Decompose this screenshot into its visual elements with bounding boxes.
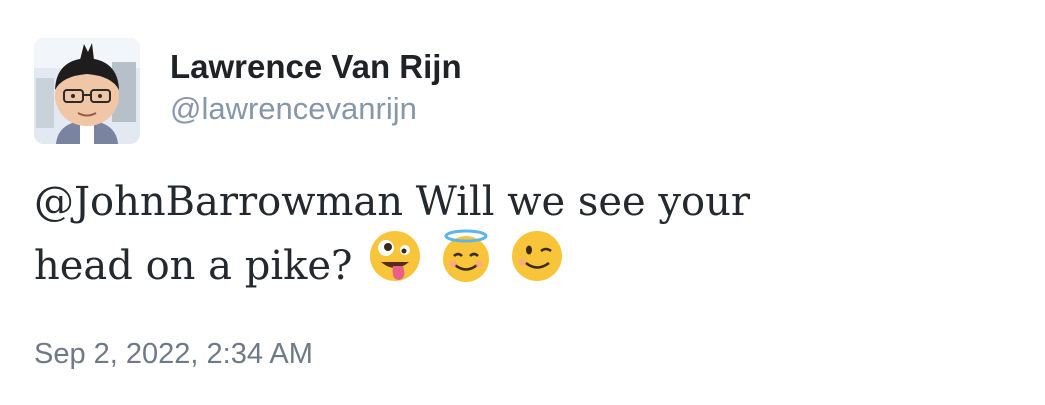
tweet-text-line-1: @JohnBarrowman Will we see your	[34, 179, 750, 225]
zany-face-icon	[367, 228, 423, 303]
tweet-card: Lawrence Van Rijn @lawrencevanrijn @John…	[0, 0, 1045, 405]
tweet-header: Lawrence Van Rijn @lawrencevanrijn	[34, 38, 462, 144]
tweet-text-line-2-text: head on a pike?	[34, 243, 353, 289]
winking-face-icon	[509, 228, 565, 303]
author-handle[interactable]: @lawrencevanrijn	[170, 89, 462, 129]
author-display-name[interactable]: Lawrence Van Rijn	[170, 47, 462, 87]
tweet-timestamp[interactable]: Sep 2, 2022, 2:34 AM	[34, 334, 313, 374]
smiling-face-with-halo-icon	[438, 228, 494, 303]
author-identity: Lawrence Van Rijn @lawrencevanrijn	[170, 38, 462, 144]
tweet-text-line-2: head on a pike?	[34, 229, 1014, 303]
avatar[interactable]	[34, 38, 140, 144]
avatar-image	[34, 38, 140, 144]
tweet-text: @JohnBarrowman Will we see your head on …	[34, 170, 1014, 303]
